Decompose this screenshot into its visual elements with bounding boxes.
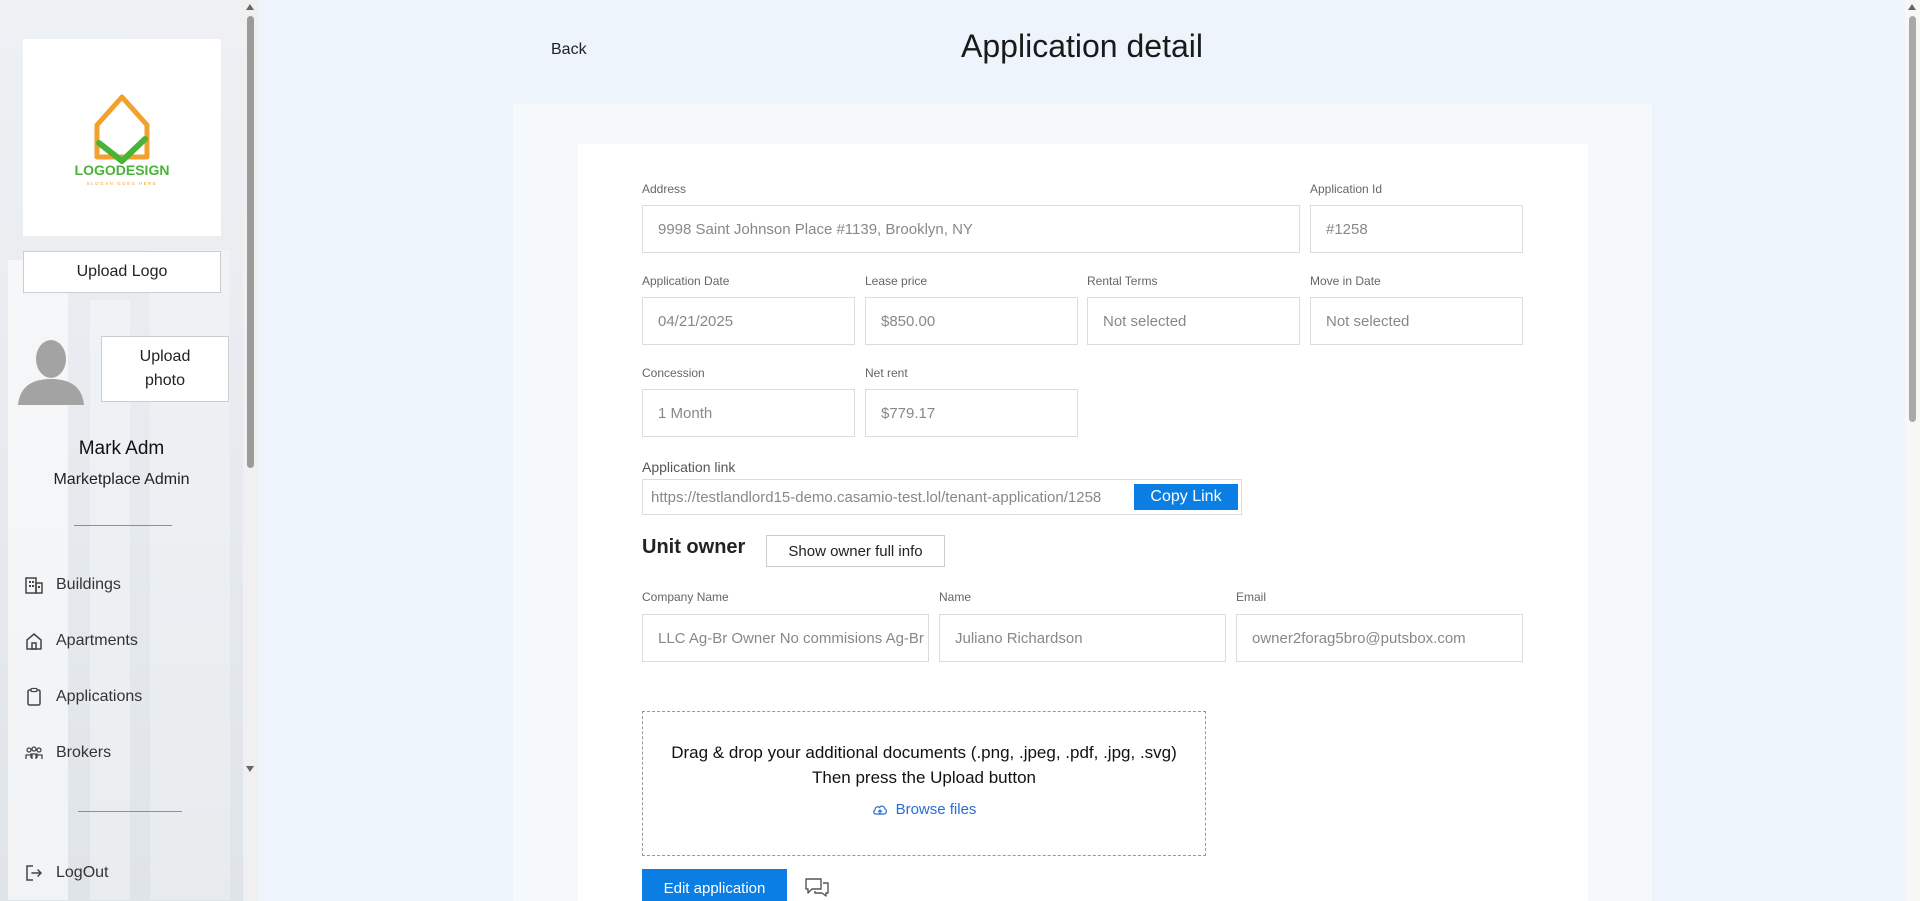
upload-logo-button[interactable]: Upload Logo [23,251,221,293]
application-date-label: Application Date [642,274,730,288]
divider [74,525,172,526]
divider [78,811,182,812]
owner-name-label: Name [939,590,972,604]
home-icon [26,633,42,650]
upload-photo-button[interactable]: Upload photo [101,336,229,402]
back-link[interactable]: Back [551,41,587,59]
logo: LOGODESIGN SLOGAN GOES HERE [23,39,221,236]
move-in-date-label: Move in Date [1310,274,1381,288]
building-icon [25,577,43,594]
net-rent-field[interactable]: $779.17 [865,389,1078,437]
scrollbar-thumb[interactable] [247,16,254,468]
svg-text:LOGODESIGN: LOGODESIGN [75,162,170,178]
scroll-up-arrow-icon[interactable] [246,4,254,10]
show-owner-info-button[interactable]: Show owner full info [766,535,945,567]
unit-owner-heading: Unit owner [642,536,746,558]
page-scrollbar[interactable] [1905,0,1920,901]
logout-label: LogOut [56,864,109,881]
users-icon [25,746,43,759]
application-id-label: Application Id [1310,182,1383,196]
dropzone-instructions: Drag & drop your additional documents (.… [671,743,1177,762]
company-name-field[interactable]: LLC Ag-Br Owner No commisions Ag-Br [642,614,929,662]
logo-icon: LOGODESIGN SLOGAN GOES HERE [75,94,170,186]
page-title: Application detail [961,28,1203,64]
application-link-box: https://testlandlord15-demo.casamio-test… [642,479,1242,515]
concession-field[interactable]: 1 Month [642,389,855,437]
scrollbar-thumb[interactable] [1909,16,1916,422]
nav-item-apartments[interactable]: Apartments [24,628,138,654]
browse-files-button[interactable]: Browse files [643,801,1205,818]
nav-label: Apartments [56,632,138,649]
user-silhouette-icon [18,340,84,405]
owner-email-field[interactable]: owner2forag5bro@putsbox.com [1236,614,1523,662]
avatar [16,333,86,405]
dropzone-instructions-2: Then press the Upload button [812,768,1036,787]
upload-photo-label: Upload photo [139,348,191,389]
nav-item-buildings[interactable]: Buildings [24,572,121,598]
application-link-label: Application link [642,459,736,475]
nav-item-applications[interactable]: Applications [24,684,142,710]
chat-icon[interactable] [804,876,830,900]
owner-email-label: Email [1236,590,1267,604]
cloud-upload-icon [872,805,887,815]
rental-terms-field[interactable]: Not selected [1087,297,1300,345]
copy-link-button[interactable]: Copy Link [1134,484,1238,510]
scroll-up-arrow-icon[interactable] [1908,4,1916,10]
user-role: Marketplace Admin [53,471,190,488]
svg-text:SLOGAN GOES HERE: SLOGAN GOES HERE [87,181,158,186]
nav-label: Brokers [56,744,112,761]
lease-price-field[interactable]: $850.00 [865,297,1078,345]
application-link-input[interactable]: https://testlandlord15-demo.casamio-test… [643,489,1133,506]
chat-bubbles-icon [805,878,829,897]
nav-label: Buildings [56,576,121,593]
logout-button[interactable]: LogOut [24,860,108,886]
sidebar: LOGODESIGN SLOGAN GOES HERE Upload Logo … [0,0,258,901]
application-date-field[interactable]: 04/21/2025 [642,297,855,345]
lease-price-label: Lease price [865,274,928,288]
scroll-down-arrow-icon[interactable] [246,766,254,772]
concession-label: Concession [642,366,705,380]
application-id-field[interactable]: #1258 [1310,205,1523,253]
nav-label: Applications [56,688,143,705]
logout-icon [26,865,43,881]
address-field[interactable]: 9998 Saint Johnson Place #1139, Brooklyn… [642,205,1300,253]
net-rent-label: Net rent [865,366,908,380]
sidebar-scrollbar[interactable] [243,0,258,901]
browse-files-label: Browse files [895,801,977,818]
move-in-date-field[interactable]: Not selected [1310,297,1523,345]
rental-terms-label: Rental Terms [1087,274,1158,288]
company-name-label: Company Name [642,590,729,604]
user-name: Mark Adm [78,438,165,459]
document-dropzone[interactable]: Drag & drop your additional documents (.… [642,711,1206,856]
nav-item-brokers[interactable]: Brokers [24,740,111,766]
owner-name-field[interactable]: Juliano Richardson [939,614,1226,662]
clipboard-icon [27,687,41,706]
edit-application-button[interactable]: Edit application [642,869,787,901]
address-label: Address [642,182,687,196]
